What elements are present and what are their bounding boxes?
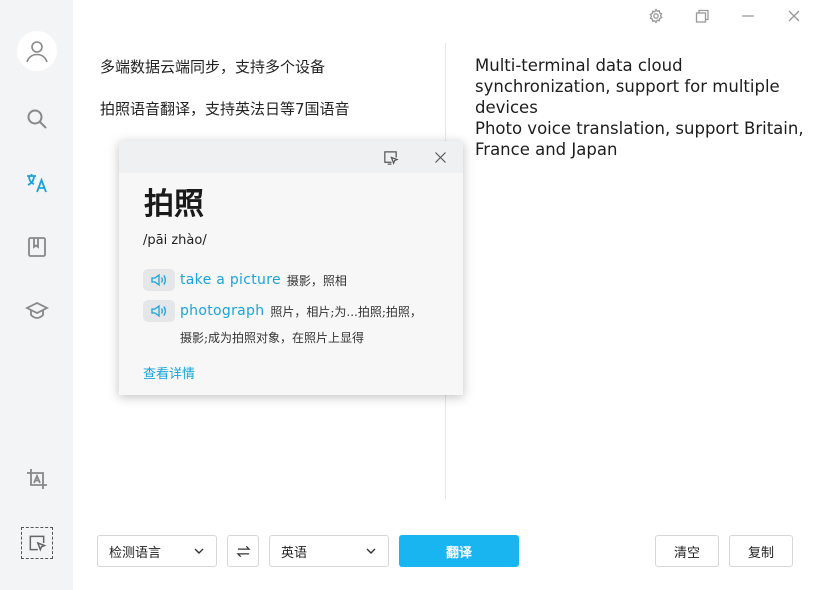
swap-languages-button[interactable]: [227, 535, 259, 567]
sidebar-item-screen-select[interactable]: [21, 527, 53, 559]
copy-button[interactable]: 复制: [729, 535, 793, 567]
speaker-icon: [151, 273, 166, 287]
user-avatar-button[interactable]: [17, 31, 57, 71]
pronounce-button[interactable]: [143, 269, 175, 291]
book-icon: [27, 236, 46, 257]
user-icon: [26, 41, 48, 63]
popup-close-button[interactable]: [431, 148, 449, 166]
restore-button[interactable]: [691, 5, 713, 27]
swap-icon: [235, 545, 251, 557]
translate-button[interactable]: 翻译: [399, 535, 519, 567]
speaker-icon: [151, 304, 166, 318]
pronounce-button[interactable]: [143, 300, 175, 322]
restore-icon: [695, 9, 709, 23]
close-button[interactable]: [783, 5, 805, 27]
source-text-line[interactable]: 拍照语音翻译，支持英法日等7国语音: [100, 98, 350, 119]
chevron-down-icon: [366, 548, 376, 554]
clear-button[interactable]: 清空: [655, 535, 719, 567]
screen-select-icon: [29, 535, 47, 552]
close-icon: [788, 10, 800, 22]
dictionary-popup: 拍照 /pāi zhào/ take a picture 摄影，照相 photo…: [119, 141, 463, 395]
target-language-select[interactable]: 英语: [269, 535, 389, 567]
sidebar-item-search[interactable]: [16, 98, 57, 139]
sidebar-item-book[interactable]: [16, 226, 57, 267]
screen-select-icon: [383, 150, 399, 165]
translate-icon: [26, 173, 47, 192]
definition-english[interactable]: photograph: [180, 303, 264, 319]
popup-phonetic: /pāi zhào/: [143, 233, 207, 248]
source-language-select[interactable]: 检测语言: [97, 535, 217, 567]
definition-english[interactable]: take a picture: [180, 272, 281, 288]
popup-headword: 拍照: [144, 187, 204, 222]
definition-chinese-continued: 摄影;成为拍照对象，在照片上显得: [180, 331, 365, 345]
definition-row: photograph 照片，相片;为...拍照;拍照，: [143, 300, 422, 326]
close-icon: [434, 151, 446, 163]
definition-chinese: 摄影，照相: [286, 274, 347, 288]
sidebar-item-ocr[interactable]: [16, 458, 57, 499]
minimize-button[interactable]: [737, 5, 759, 27]
sidebar-item-translate[interactable]: [16, 162, 57, 203]
image-text-icon: [26, 468, 47, 489]
target-language-label: 英语: [281, 545, 308, 561]
definition-chinese: 照片，相片;为...拍照;拍照，: [270, 305, 422, 319]
source-text-line[interactable]: 多端数据云端同步，支持多个设备: [100, 56, 325, 77]
settings-button[interactable]: [645, 5, 667, 27]
source-language-label: 检测语言: [109, 545, 162, 561]
chevron-down-icon: [194, 548, 204, 554]
definition-row: take a picture 摄影，照相: [143, 269, 347, 295]
view-details-link[interactable]: 查看详情: [143, 363, 195, 382]
graduation-cap-icon: [24, 301, 49, 319]
minimize-icon: [742, 15, 754, 17]
search-icon: [27, 109, 47, 129]
sidebar: [0, 0, 73, 590]
gear-icon: [649, 8, 663, 24]
popup-header: [119, 141, 463, 173]
translation-paragraph: Photo voice translation, support Britain…: [475, 119, 804, 159]
popup-screen-select-button[interactable]: [381, 148, 399, 166]
sidebar-item-learn[interactable]: [16, 290, 57, 331]
translation-paragraph: Multi-terminal data cloud synchronizatio…: [475, 56, 780, 117]
